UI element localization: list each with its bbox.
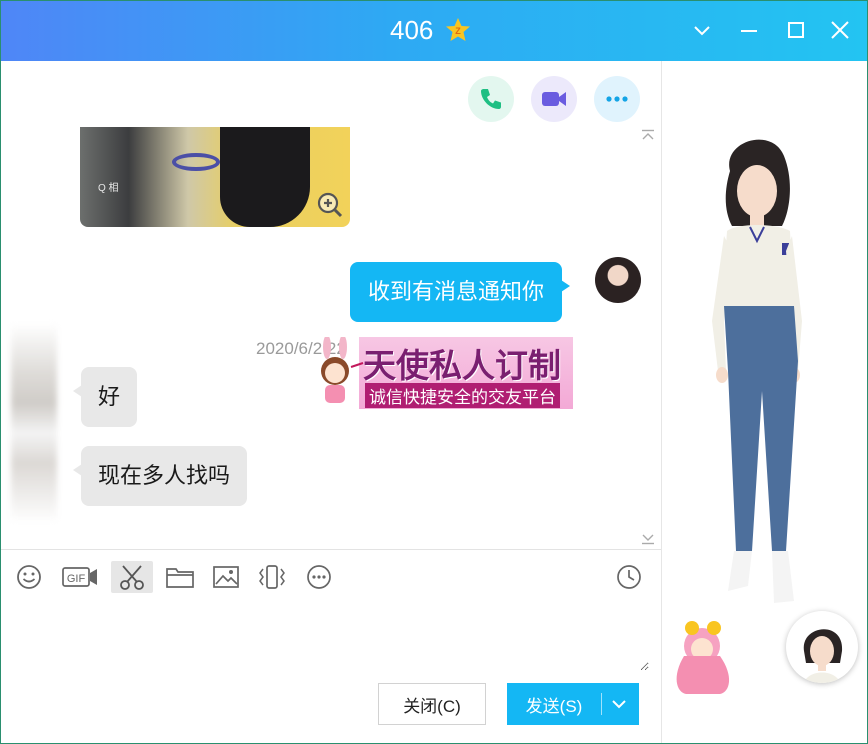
chevron-down-icon[interactable] <box>607 693 631 715</box>
file-button[interactable] <box>165 561 195 593</box>
clock-icon <box>617 565 641 589</box>
title-bar: 406 Z <box>1 1 867 61</box>
more-tools-button[interactable] <box>304 561 334 593</box>
photo-hair <box>220 127 310 227</box>
bunny-girl-icon <box>321 337 364 403</box>
shake-icon <box>259 565 285 589</box>
vip-star-icon: Z <box>446 18 470 41</box>
ad-watermark: 天使私人订制 诚信快捷安全的交友平台 <box>307 337 573 409</box>
input-divider <box>1 549 661 550</box>
folder-icon <box>166 568 194 588</box>
scissors-icon <box>120 565 144 590</box>
message-bubble-received[interactable]: 好 <box>72 367 138 427</box>
avatar[interactable] <box>786 611 858 683</box>
image-button[interactable] <box>211 561 241 593</box>
screenshot-button[interactable] <box>111 561 153 593</box>
emoji-icon <box>17 565 41 589</box>
emoji-button[interactable] <box>14 561 44 593</box>
history-button[interactable] <box>614 561 644 593</box>
zoom-in-icon[interactable] <box>316 191 344 219</box>
avatar-face <box>803 629 843 683</box>
phone-icon <box>481 89 501 109</box>
chat-window: 406 Z Q 相 收到有消息通知你 2020/6/2 22 天使私人订制 诚信… <box>0 0 868 744</box>
scroll-to-top-icon[interactable] <box>641 129 655 141</box>
shake-button[interactable] <box>257 561 287 593</box>
message-bubble-received[interactable]: 现在多人找吗 <box>72 446 248 506</box>
close-button[interactable]: 关闭(C) <box>378 683 486 725</box>
gif-icon: GIF <box>62 567 97 587</box>
close-icon[interactable] <box>827 17 853 43</box>
gif-button[interactable]: GIF <box>61 561 99 593</box>
ellipsis-icon <box>606 96 628 102</box>
send-label: 发送(S) <box>525 696 583 716</box>
voice-call-button[interactable] <box>468 76 514 122</box>
message-bubble-sent[interactable]: 收到有消息通知你 <box>350 262 571 322</box>
video-call-button[interactable] <box>531 76 577 122</box>
avatar-show-panel <box>661 61 867 743</box>
avatar[interactable] <box>11 323 57 523</box>
avatar-figure <box>712 139 802 603</box>
avatar[interactable] <box>595 257 641 303</box>
chevron-down-icon[interactable] <box>689 17 715 43</box>
maximize-icon[interactable] <box>783 17 809 43</box>
message-input[interactable] <box>13 601 649 671</box>
vip-badge-letter: Z <box>455 26 461 36</box>
send-button[interactable]: 发送(S) <box>507 683 639 725</box>
image-icon <box>213 566 239 588</box>
ad-title: 天使私人订制 <box>363 346 561 385</box>
chat-history[interactable]: Q 相 收到有消息通知你 2020/6/2 22 天使私人订制 诚信快捷安全的交… <box>1 61 661 549</box>
more-actions-button[interactable] <box>594 76 640 122</box>
scroll-to-bottom-icon[interactable] <box>641 533 655 545</box>
window-title: 406 <box>390 15 434 45</box>
ad-subtitle: 诚信快捷安全的交友平台 <box>365 383 560 408</box>
video-camera-icon <box>542 92 566 106</box>
minimize-icon[interactable] <box>736 17 762 43</box>
photo-bracelet <box>172 153 220 171</box>
photo-watermark: Q 相 <box>98 183 119 194</box>
image-message[interactable]: Q 相 <box>80 127 350 227</box>
more-icon <box>307 565 331 589</box>
pet-figure <box>676 621 730 694</box>
send-separator <box>601 693 602 715</box>
gif-label: GIF <box>67 573 86 585</box>
